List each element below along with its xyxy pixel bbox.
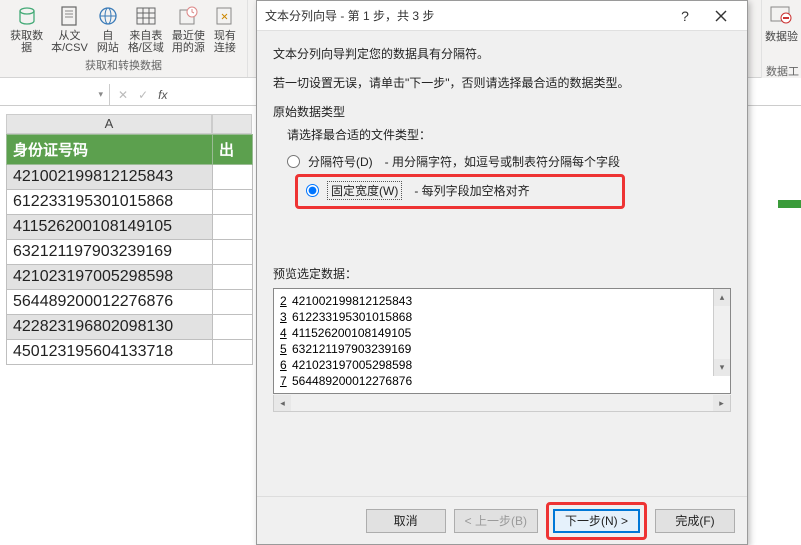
column-header-a[interactable]: A bbox=[6, 114, 212, 134]
preview-vertical-scrollbar[interactable]: ▴ ▾ bbox=[713, 289, 730, 376]
radio-delimited[interactable] bbox=[287, 155, 300, 168]
cancel-formula-icon[interactable]: ✕ bbox=[118, 88, 128, 102]
highlight-fixed-width: 固定宽度(W) - 每列字段加空格对齐 bbox=[295, 174, 625, 209]
radio-delimited-label: 分隔符号(D) bbox=[308, 153, 373, 170]
connection-icon bbox=[213, 4, 237, 28]
cell[interactable]: 632121197903239169 bbox=[7, 240, 213, 265]
cell[interactable] bbox=[213, 190, 253, 215]
dialog-title: 文本分列向导 - 第 1 步，共 3 步 bbox=[265, 7, 667, 24]
data-table: 身份证号码 出 421002199812125843 6122331953010… bbox=[6, 134, 253, 365]
cell[interactable]: 564489200012276876 bbox=[7, 290, 213, 315]
radio-fixed-width-desc: - 每列字段加空格对齐 bbox=[414, 182, 529, 199]
radio-delimited-desc: - 用分隔字符，如逗号或制表符分隔每个字段 bbox=[385, 153, 620, 170]
dialog-titlebar[interactable]: 文本分列向导 - 第 1 步，共 3 步 ? bbox=[257, 1, 747, 31]
choose-file-type-label: 请选择最合适的文件类型： bbox=[287, 126, 731, 143]
close-icon bbox=[715, 10, 727, 22]
ribbon-right-group-label: 数据工 bbox=[766, 63, 799, 79]
preview-row: 6421023197005298598 bbox=[280, 357, 724, 373]
cell[interactable] bbox=[213, 265, 253, 290]
recent-icon bbox=[176, 4, 200, 28]
fx-icon[interactable]: fx bbox=[158, 88, 167, 102]
cell[interactable]: 421002199812125843 bbox=[7, 165, 213, 190]
preview-row: 5632121197903239169 bbox=[280, 341, 724, 357]
preview-box: 2421002199812125843 3612233195301015868 … bbox=[273, 288, 731, 394]
cancel-button[interactable]: 取消 bbox=[366, 509, 446, 533]
cell[interactable] bbox=[213, 240, 253, 265]
dialog-footer: 取消 < 上一步(B) 下一步(N) > 完成(F) bbox=[257, 496, 747, 544]
scroll-down-icon[interactable]: ▾ bbox=[714, 359, 730, 376]
cell[interactable] bbox=[213, 290, 253, 315]
cell[interactable] bbox=[213, 315, 253, 340]
data-validation-icon bbox=[770, 4, 794, 28]
from-table-button[interactable]: 来自表格/区域 bbox=[125, 2, 167, 56]
cell[interactable]: 421023197005298598 bbox=[7, 265, 213, 290]
from-web-button[interactable]: 自网站 bbox=[93, 2, 123, 56]
cell[interactable] bbox=[213, 165, 253, 190]
minimap-hint bbox=[763, 200, 801, 208]
file-text-icon bbox=[57, 4, 81, 28]
preview-row: 3612233195301015868 bbox=[280, 309, 724, 325]
get-data-button[interactable]: 获取数据 bbox=[7, 2, 46, 56]
radio-fixed-width-row[interactable]: 固定宽度(W) - 每列字段加空格对齐 bbox=[306, 181, 614, 200]
database-icon bbox=[15, 4, 39, 28]
header-id[interactable]: 身份证号码 bbox=[7, 135, 213, 165]
radio-fixed-width-label: 固定宽度(W) bbox=[327, 181, 402, 200]
close-button[interactable] bbox=[703, 2, 739, 30]
scroll-up-icon[interactable]: ▴ bbox=[714, 289, 730, 306]
confirm-formula-icon[interactable]: ✓ bbox=[138, 88, 148, 102]
original-data-type-label: 原始数据类型 bbox=[273, 103, 731, 120]
preview-row: 4411526200108149105 bbox=[280, 325, 724, 341]
cell[interactable] bbox=[213, 340, 253, 365]
ribbon-group-label: 获取和转换数据 bbox=[85, 57, 162, 75]
recent-sources-button[interactable]: 最近使用的源 bbox=[169, 2, 208, 56]
finish-button[interactable]: 完成(F) bbox=[655, 509, 735, 533]
next-button[interactable]: 下一步(N) > bbox=[553, 509, 640, 533]
highlight-next: 下一步(N) > bbox=[546, 502, 647, 540]
preview-row: 2421002199812125843 bbox=[280, 293, 724, 309]
scroll-right-icon[interactable]: ▸ bbox=[713, 395, 730, 411]
radio-delimited-row[interactable]: 分隔符号(D) - 用分隔字符，如逗号或制表符分隔每个字段 bbox=[287, 153, 731, 170]
header-b[interactable]: 出 bbox=[213, 135, 253, 165]
ribbon-group-get-transform: 获取数据 从文本/CSV 自网站 来自表格/区域 最近使用的源 现有连接 bbox=[0, 0, 248, 77]
cell[interactable]: 450123195604133718 bbox=[7, 340, 213, 365]
table-icon bbox=[134, 4, 158, 28]
preview-row: 7564489200012276876 bbox=[280, 373, 724, 389]
dialog-intro-2: 若一切设置无误，请单击"下一步"，否则请选择最合适的数据类型。 bbox=[273, 74, 731, 91]
chevron-down-icon: ▾ bbox=[98, 89, 103, 100]
dialog-intro-1: 文本分列向导判定您的数据具有分隔符。 bbox=[273, 45, 731, 62]
from-text-csv-button[interactable]: 从文本/CSV bbox=[48, 2, 91, 56]
cell[interactable]: 411526200108149105 bbox=[7, 215, 213, 240]
preview-label: 预览选定数据： bbox=[273, 265, 731, 282]
cell[interactable]: 612233195301015868 bbox=[7, 190, 213, 215]
existing-connections-button[interactable]: 现有连接 bbox=[210, 2, 240, 56]
cell[interactable]: 422823196802098130 bbox=[7, 315, 213, 340]
globe-icon bbox=[96, 4, 120, 28]
back-button[interactable]: < 上一步(B) bbox=[454, 509, 538, 533]
radio-fixed-width[interactable] bbox=[306, 184, 319, 197]
scroll-left-icon[interactable]: ◂ bbox=[274, 395, 291, 411]
text-to-columns-wizard-dialog: 文本分列向导 - 第 1 步，共 3 步 ? 文本分列向导判定您的数据具有分隔符… bbox=[256, 0, 748, 545]
column-header-b[interactable] bbox=[212, 114, 252, 134]
name-box[interactable]: ▾ bbox=[0, 84, 110, 105]
help-button[interactable]: ? bbox=[667, 2, 703, 30]
cell[interactable] bbox=[213, 215, 253, 240]
preview-horizontal-scrollbar[interactable]: ◂ ▸ bbox=[273, 395, 731, 412]
